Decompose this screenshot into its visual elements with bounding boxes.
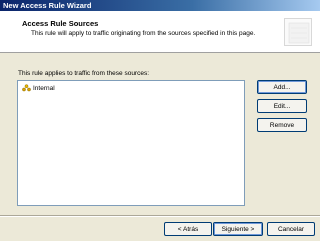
page-subtitle: This rule will apply to traffic originat… xyxy=(31,30,256,37)
window-title: New Access Rule Wizard xyxy=(3,1,92,10)
add-button[interactable]: Add... xyxy=(257,80,307,94)
sources-list[interactable]: Internal xyxy=(17,80,245,206)
wizard-icon xyxy=(284,18,312,46)
list-item[interactable]: Internal xyxy=(20,83,57,94)
edit-button[interactable]: Edit... xyxy=(257,99,307,113)
source-name: Internal xyxy=(33,85,55,92)
back-button[interactable]: < Atrás xyxy=(164,222,212,236)
title-bar: New Access Rule Wizard xyxy=(0,0,320,11)
next-button[interactable]: Siguiente > xyxy=(213,222,263,236)
sources-label: This rule applies to traffic from these … xyxy=(18,70,150,77)
footer-separator xyxy=(0,215,320,217)
cancel-button[interactable]: Cancelar xyxy=(267,222,315,236)
network-icon xyxy=(22,83,33,94)
page-title: Access Rule Sources xyxy=(22,19,99,28)
remove-button[interactable]: Remove xyxy=(257,118,307,132)
wizard-window: New Access Rule Wizard Access Rule Sourc… xyxy=(0,0,320,241)
wizard-header: Access Rule Sources This rule will apply… xyxy=(0,11,320,53)
